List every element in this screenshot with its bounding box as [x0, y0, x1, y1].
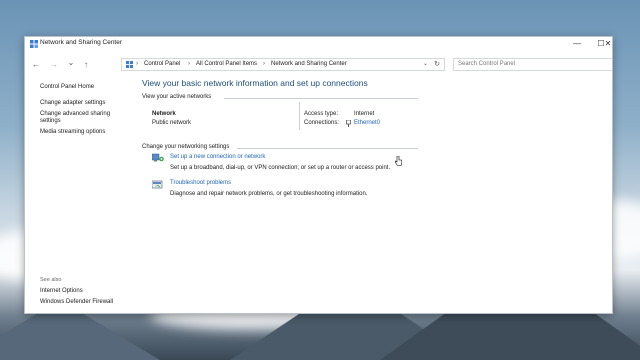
up-button[interactable]: ↑ [80, 59, 92, 71]
see-also-windows-defender-firewall[interactable]: Windows Defender Firewall [40, 299, 113, 306]
troubleshoot-icon [152, 180, 163, 189]
troubleshoot-problems-description: Diagnose and repair network problems, or… [170, 191, 368, 197]
network-center-icon [30, 40, 38, 48]
search-placeholder: Search Control Panel [458, 61, 516, 67]
breadcrumb-control-panel[interactable]: Control Panel [144, 59, 180, 70]
address-bar[interactable]: › Control Panel › All Control Panel Item… [121, 58, 445, 71]
address-row: ← → ⌄ ↑ › Control Panel › All Control Pa… [25, 55, 612, 75]
search-input[interactable]: Search Control Panel ⌕ [453, 58, 612, 71]
see-also-heading: See also [40, 277, 62, 283]
main-content: View your basic network information and … [142, 77, 612, 313]
recent-locations-button[interactable]: ⌄ [65, 57, 77, 69]
sidebar-item-change-advanced-sharing[interactable]: Change advanced sharing settings [40, 111, 120, 125]
active-networks-label: View your active networks [142, 94, 212, 100]
refresh-icon[interactable]: ↻ [434, 59, 440, 70]
divider [224, 98, 418, 99]
breadcrumb-network-sharing-center[interactable]: Network and Sharing Center [271, 59, 347, 70]
ethernet-icon [346, 120, 351, 127]
setup-new-connection-link[interactable]: Set up a new connection or network [170, 154, 265, 160]
minimize-icon [566, 38, 588, 50]
back-button[interactable]: ← [30, 59, 42, 71]
change-settings-label: Change your networking settings [142, 144, 230, 150]
breadcrumb-separator: › [188, 61, 190, 67]
new-connection-icon [152, 153, 164, 162]
sidebar-item-media-streaming[interactable]: Media streaming options [40, 129, 105, 136]
breadcrumb-all-items[interactable]: All Control Panel Items [196, 59, 257, 70]
control-panel-icon [126, 61, 133, 68]
close-button[interactable]: ✕ [602, 38, 612, 50]
ethernet-connection-link[interactable]: Ethernet0 [354, 120, 380, 126]
network-category: Public network [152, 120, 192, 126]
window-title: Network and Sharing Center [40, 39, 123, 46]
divider [299, 102, 300, 130]
breadcrumb-separator: › [136, 61, 138, 67]
forward-button[interactable]: → [48, 59, 60, 71]
page-title: View your basic network information and … [142, 78, 368, 88]
access-type-value: Internet [354, 111, 375, 117]
breadcrumb-separator: › [263, 61, 265, 67]
chevron-down-icon[interactable]: ⌄ [423, 59, 428, 70]
setup-new-connection-description: Set up a broadband, dial-up, or VPN conn… [170, 165, 391, 171]
network-name: Network [152, 111, 176, 117]
connections-label: Connections: [304, 120, 340, 126]
access-type-label: Access type: [304, 111, 339, 117]
network-sharing-center-window: Network and Sharing Center — ☐ ✕ ← → ⌄ ↑… [24, 36, 613, 314]
sidebar-item-change-adapter-settings[interactable]: Change adapter settings [40, 100, 105, 107]
title-bar: Network and Sharing Center — ☐ ✕ [25, 37, 612, 52]
sidebar: Control Panel Home Change adapter settin… [25, 77, 133, 313]
sidebar-item-control-panel-home[interactable]: Control Panel Home [40, 84, 94, 91]
mouse-cursor-icon [395, 156, 402, 166]
troubleshoot-problems-link[interactable]: Troubleshoot problems [170, 180, 231, 186]
see-also-internet-options[interactable]: Internet Options [40, 288, 83, 295]
divider [237, 148, 418, 149]
